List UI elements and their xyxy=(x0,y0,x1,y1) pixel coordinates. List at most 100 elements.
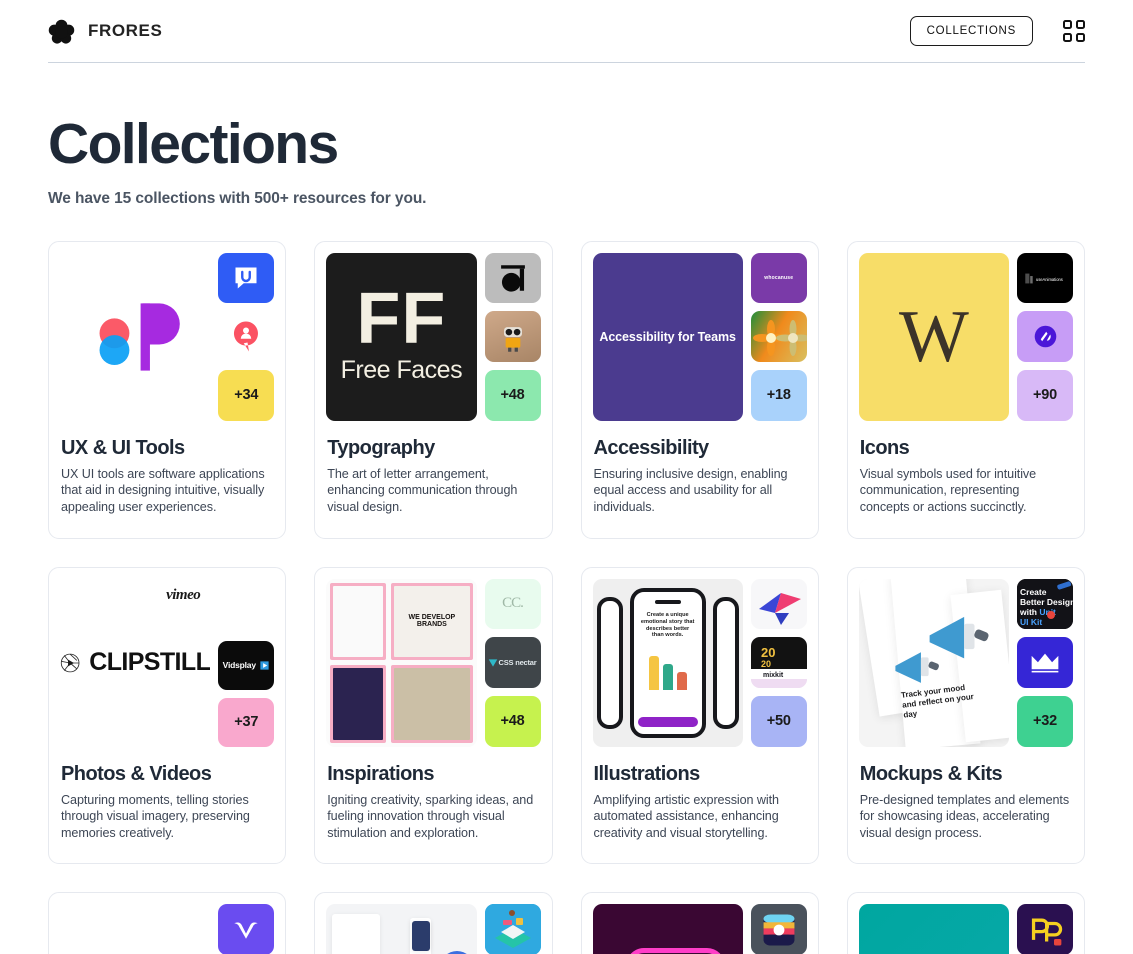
useanimations-thumbnail[interactable]: useAnimations xyxy=(1017,252,1073,304)
circles-logo-thumbnail[interactable] xyxy=(60,904,211,954)
collection-card[interactable]: WE DEVELOP BRANDS CC. CSS nectar +48 Ins… xyxy=(314,566,553,865)
collections-button[interactable]: COLLECTIONS xyxy=(909,15,1033,47)
card-body: Inspirations Igniting creativity, sparki… xyxy=(326,747,540,864)
free-faces-wordmark: Free Faces xyxy=(340,355,463,384)
card-title: Icons xyxy=(859,436,910,459)
collection-card[interactable]: vimeo CLIPSTILL Vidsplay +37 Photos & Vi… xyxy=(48,566,287,865)
card-media: Create a unique emotional story that des… xyxy=(592,578,807,747)
card-title: Inspirations xyxy=(327,762,434,785)
card-count-badge[interactable]: +18 xyxy=(750,370,807,421)
card-side-stack: +48 xyxy=(484,252,541,421)
free-faces-initials: FF xyxy=(356,278,447,359)
collection-card[interactable]: W useAnimations +90 Icons Visual symbols… xyxy=(846,240,1085,539)
card-title: UX & UI Tools xyxy=(61,436,185,459)
phone-cta-button xyxy=(637,716,698,727)
useanimations-wordmark-icon: useAnimations xyxy=(1025,273,1063,283)
megaphone-mockup-thumbnail[interactable]: Track your mood and reflect on your day xyxy=(858,578,1009,747)
collection-card[interactable] xyxy=(846,892,1085,954)
card-side-stack: 20 20 mixkit +50 xyxy=(750,578,807,747)
isometric-blue-thumbnail[interactable] xyxy=(484,904,541,954)
header-actions: COLLECTIONS xyxy=(909,15,1085,47)
isometric-desk-icon xyxy=(484,904,541,954)
free-faces-thumbnail[interactable]: FF Free Faces xyxy=(326,252,477,421)
page-hero: Collections We have 15 collections with … xyxy=(0,63,1133,208)
card-count-badge[interactable]: +90 xyxy=(1017,370,1073,421)
phone-side-right xyxy=(712,596,739,729)
usabilityhub-logo-thumbnail[interactable] xyxy=(218,252,275,304)
collection-card[interactable] xyxy=(314,892,553,954)
mixkit-thumbnail[interactable]: 20 20 mixkit xyxy=(750,637,807,688)
collection-card[interactable]: +34 UX & UI Tools UX UI tools are softwa… xyxy=(48,240,287,539)
card-description: Pre-designed templates and elements for … xyxy=(859,792,1070,840)
svg-text:20: 20 xyxy=(761,659,771,669)
card-description: Igniting creativity, sparking ideas, and… xyxy=(327,792,534,840)
magenta-neon-thumbnail[interactable] xyxy=(592,904,743,954)
dp-logo-thumbnail[interactable] xyxy=(1017,904,1073,954)
card-count-badge[interactable]: +37 xyxy=(218,697,275,747)
phone-illustration-thumbnail[interactable]: Create a unique emotional story that des… xyxy=(592,578,743,747)
card-side-stack xyxy=(750,904,807,954)
card-title: Typography xyxy=(327,436,435,459)
card-media: Accessibility for Teams whocanuse +18 xyxy=(592,252,807,421)
sunset-app-icon-thumbnail[interactable] xyxy=(750,904,807,954)
paper-illustration-thumbnail[interactable] xyxy=(750,578,807,630)
nectar-leaf-icon xyxy=(489,658,498,667)
collection-card[interactable] xyxy=(48,892,287,954)
card-side-stack: whocanuse +18 xyxy=(750,252,807,421)
useberry-logo-thumbnail[interactable] xyxy=(218,311,275,363)
inspirations-gallery-thumbnail[interactable]: WE DEVELOP BRANDS xyxy=(326,578,477,747)
accessibility-for-teams-thumbnail[interactable]: Accessibility for Teams xyxy=(592,252,743,421)
cssnectar-thumbnail[interactable]: CSS nectar xyxy=(484,637,541,688)
grey-type-specimen-thumbnail[interactable] xyxy=(484,252,541,304)
clipstill-wordmark: CLIPSTILL xyxy=(89,648,211,677)
card-count-badge[interactable]: +34 xyxy=(218,370,275,421)
card-count-badge[interactable]: +50 xyxy=(750,695,807,747)
svg-text:20: 20 xyxy=(761,645,775,660)
paper-plane-icon xyxy=(758,592,801,625)
card-description: Amplifying artistic expression with auto… xyxy=(593,792,780,840)
inspiration-tile-caption: WE DEVELOP BRANDS xyxy=(394,585,470,658)
card-media xyxy=(592,904,807,954)
card-count-badge[interactable]: +48 xyxy=(484,695,541,747)
vidsplay-thumbnail[interactable]: Vidsplay xyxy=(218,640,275,690)
phone-mockup: Create a unique emotional story that des… xyxy=(629,587,706,738)
dp-monogram-icon xyxy=(1031,918,1063,946)
crown-kit-thumbnail[interactable] xyxy=(1017,637,1073,688)
grid-menu-icon[interactable] xyxy=(1063,20,1085,42)
crown-icon xyxy=(1031,653,1059,672)
card-count-badge[interactable]: +32 xyxy=(1017,695,1073,747)
w-serif-thumbnail[interactable]: W xyxy=(858,252,1009,421)
cc-wordmark: CC. xyxy=(502,595,524,612)
documents-isometric-thumbnail[interactable] xyxy=(326,904,477,954)
collection-card[interactable]: FF Free Faces +48 Typography The art of … xyxy=(314,240,553,539)
flower-contrast-thumbnail[interactable] xyxy=(750,311,807,363)
vivaldi-thumbnail[interactable] xyxy=(218,904,275,954)
clipstill-thumbnail[interactable]: vimeo CLIPSTILL xyxy=(60,578,211,747)
robot-render-thumbnail[interactable] xyxy=(484,311,541,363)
unit-kit-art-icon: Create Better Designs with Unit UI Kit xyxy=(1017,578,1073,630)
teal-gradient-thumbnail[interactable] xyxy=(858,904,1009,954)
devanagari-glyph-icon xyxy=(500,265,525,292)
site-header: FRORES COLLECTIONS xyxy=(0,0,1133,62)
uxui-logo-icon xyxy=(99,303,180,371)
unit-ui-kit-thumbnail[interactable]: Create Better Designs with Unit UI Kit xyxy=(1017,578,1073,630)
page-subtitle: We have 15 collections with 500+ resourc… xyxy=(48,189,427,207)
collection-card[interactable]: Accessibility for Teams whocanuse +18 Ac… xyxy=(580,240,819,539)
card-side-stack: Create Better Designs with Unit UI Kit xyxy=(1017,578,1073,747)
card-side-stack xyxy=(1017,904,1073,954)
brand-block[interactable]: FRORES xyxy=(48,18,162,45)
uxui-logo-thumbnail[interactable] xyxy=(60,252,211,421)
aperture-play-icon xyxy=(60,653,80,672)
cc-thumbnail[interactable]: CC. xyxy=(484,578,541,630)
collection-card[interactable] xyxy=(580,892,819,954)
card-description: Visual symbols used for intuitive commun… xyxy=(859,466,1037,514)
purple-icon-set-thumbnail[interactable] xyxy=(1017,311,1073,363)
card-side-stack: Vidsplay +37 xyxy=(218,579,275,747)
play-icon xyxy=(260,660,269,670)
card-count-badge[interactable]: +48 xyxy=(484,370,541,421)
phone-notch xyxy=(654,599,681,604)
who-can-use-thumbnail[interactable]: whocanuse xyxy=(750,252,807,304)
card-body: Photos & Videos Capturing moments, telli… xyxy=(60,747,274,864)
collection-card[interactable]: Create a unique emotional story that des… xyxy=(580,566,819,865)
collection-card[interactable]: Track your mood and reflect on your day … xyxy=(846,566,1085,865)
